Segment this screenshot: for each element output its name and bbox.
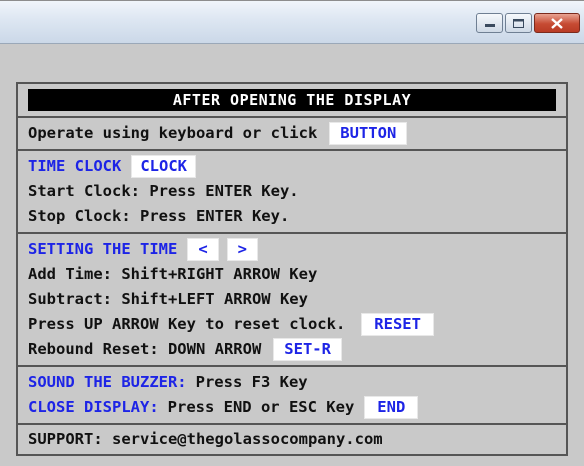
- instructions-panel: AFTER OPENING THE DISPLAY Operate using …: [16, 82, 568, 456]
- decrease-time-button[interactable]: <: [187, 238, 219, 261]
- start-clock-text: Start Clock: Press ENTER Key.: [28, 182, 299, 200]
- panel-header: AFTER OPENING THE DISPLAY: [28, 89, 556, 111]
- header-section: AFTER OPENING THE DISPLAY: [18, 84, 566, 116]
- maximize-icon: [513, 18, 524, 28]
- stop-clock-text: Stop Clock: Press ENTER Key.: [28, 207, 290, 225]
- maximize-button[interactable]: [505, 13, 532, 33]
- close-display-text: Press END or ESC Key: [167, 398, 355, 416]
- operate-text: Operate using keyboard or click: [28, 124, 318, 142]
- subtract-time-text: Subtract: Shift+LEFT ARROW Key: [28, 290, 308, 308]
- close-icon: [551, 17, 563, 29]
- set-r-button[interactable]: SET-R: [273, 338, 342, 361]
- end-button[interactable]: END: [364, 396, 419, 419]
- support-text: SUPPORT: service@thegolassocompany.com: [28, 430, 383, 448]
- close-button[interactable]: [534, 13, 580, 33]
- increase-time-button[interactable]: >: [226, 238, 258, 261]
- operate-section: Operate using keyboard or click BUTTON: [18, 116, 566, 149]
- minimize-icon: [484, 19, 495, 27]
- support-section: SUPPORT: service@thegolassocompany.com: [18, 423, 566, 454]
- rebound-reset-text: Rebound Reset: DOWN ARROW: [28, 340, 262, 358]
- minimize-button[interactable]: [476, 13, 503, 33]
- demo-button[interactable]: BUTTON: [329, 122, 408, 145]
- setting-time-section: SETTING THE TIME < > Add Time: Shift+RIG…: [18, 232, 566, 365]
- window-titlebar: [0, 0, 584, 44]
- setting-time-title: SETTING THE TIME: [28, 240, 178, 258]
- add-time-text: Add Time: Shift+RIGHT ARROW Key: [28, 265, 318, 283]
- buzzer-label: SOUND THE BUZZER:: [28, 373, 187, 391]
- close-display-label: CLOSE DISPLAY:: [28, 398, 159, 416]
- buzzer-text: Press F3 Key: [195, 373, 308, 391]
- buzzer-close-section: SOUND THE BUZZER: Press F3 Key CLOSE DIS…: [18, 365, 566, 423]
- reset-button[interactable]: RESET: [361, 313, 434, 336]
- reset-clock-text: Press UP ARROW Key to reset clock.: [28, 315, 346, 333]
- time-clock-title: TIME CLOCK: [28, 157, 122, 175]
- clock-button[interactable]: CLOCK: [131, 155, 196, 178]
- window-controls: [476, 13, 580, 33]
- time-clock-section: TIME CLOCK CLOCK Start Clock: Press ENTE…: [18, 149, 566, 232]
